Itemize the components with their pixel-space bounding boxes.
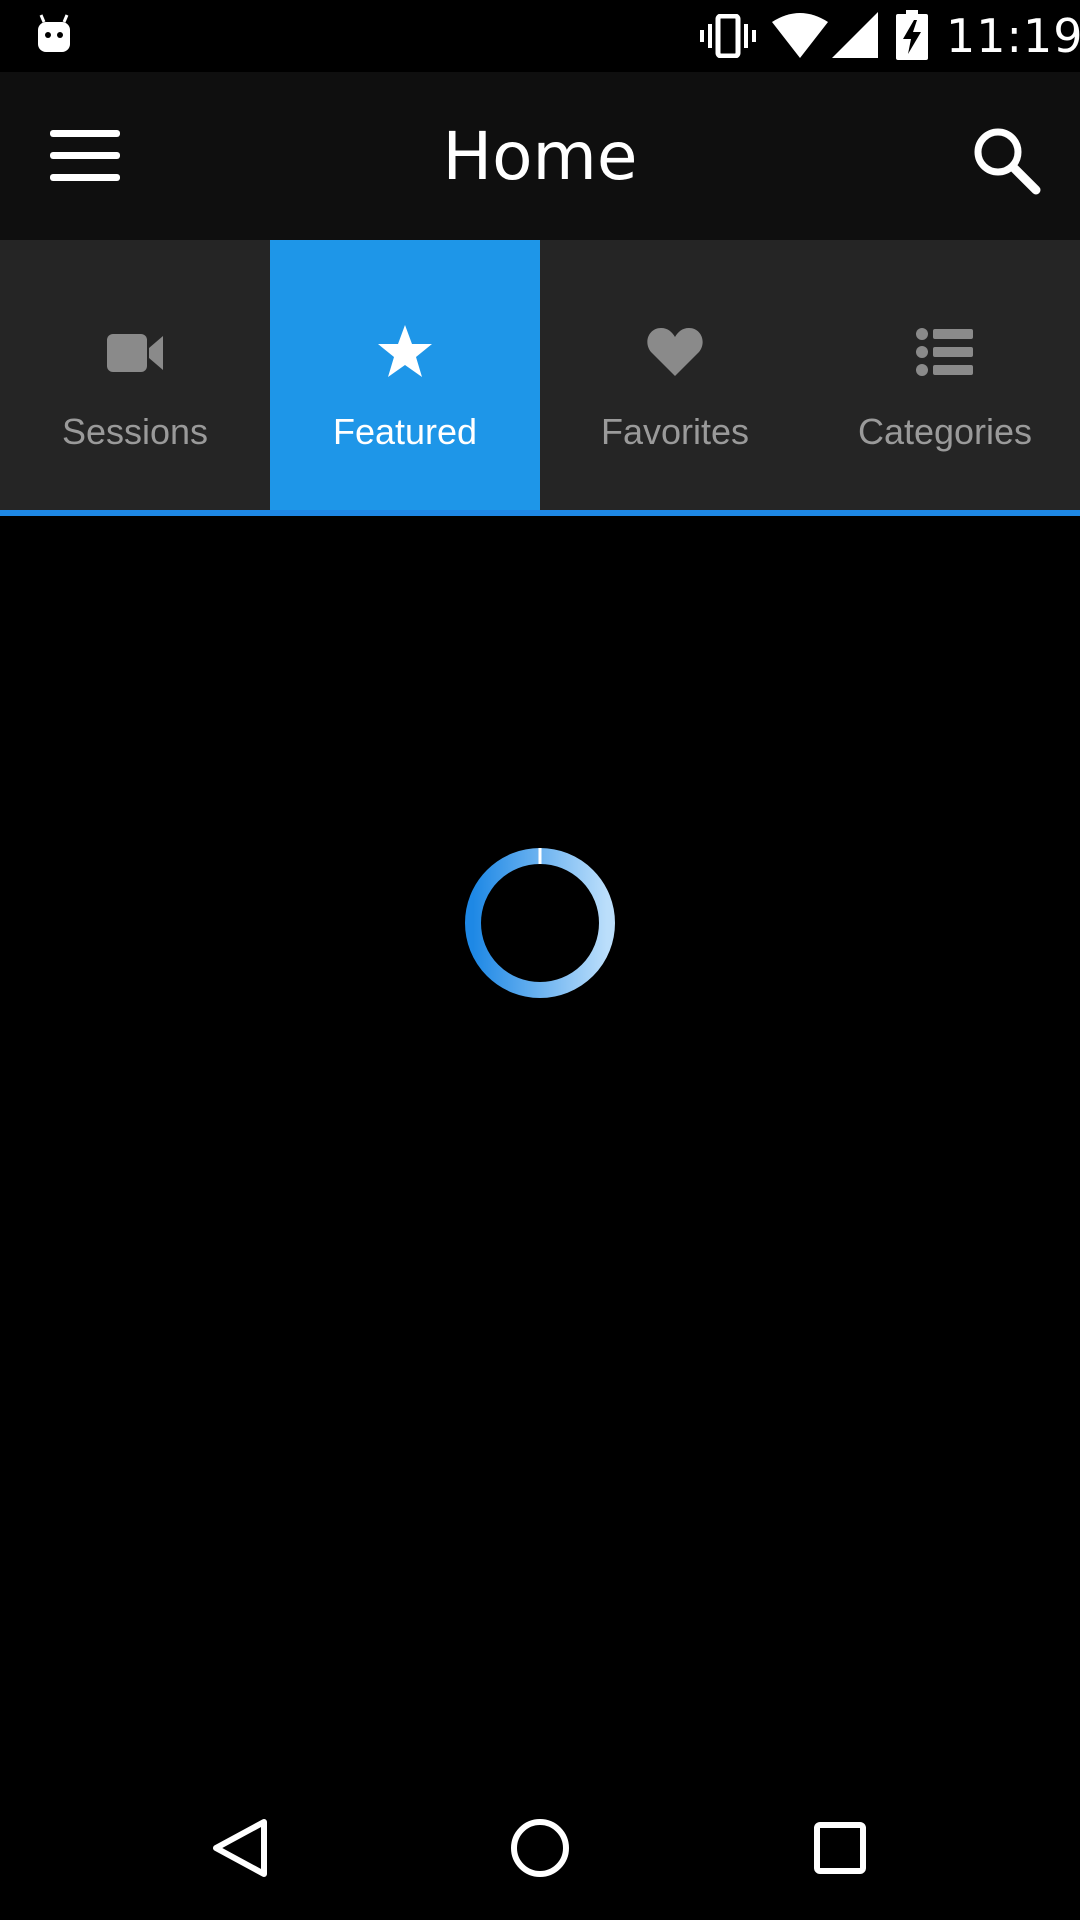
tab-label-categories: Categories bbox=[857, 411, 1033, 452]
back-icon[interactable] bbox=[190, 1798, 290, 1898]
screen: 11:19 Home Sessions Featured Favorites C… bbox=[0, 0, 1080, 1920]
wifi-icon bbox=[772, 13, 828, 58]
status-bar: 11:19 bbox=[0, 0, 1080, 72]
vibrate-icon bbox=[700, 14, 756, 58]
android-icon bbox=[38, 14, 70, 52]
tab-label-featured: Featured bbox=[332, 411, 478, 452]
battery-charging-icon bbox=[896, 10, 928, 60]
tab-favorites[interactable]: Favorites bbox=[540, 240, 810, 510]
tab-label-favorites: Favorites bbox=[600, 411, 750, 452]
tab-bar: Sessions Featured Favorites Categories bbox=[0, 240, 1080, 510]
search-icon[interactable] bbox=[968, 122, 1044, 198]
home-icon[interactable] bbox=[490, 1798, 590, 1898]
tab-featured[interactable]: Featured bbox=[270, 240, 540, 510]
heart-icon bbox=[647, 328, 703, 376]
recents-icon[interactable] bbox=[790, 1798, 890, 1898]
status-clock: 11:19 bbox=[946, 9, 1080, 63]
list-icon bbox=[916, 328, 973, 376]
page-title: Home bbox=[442, 118, 638, 195]
toolbar: Home bbox=[0, 72, 1080, 240]
tab-indicator bbox=[0, 510, 1080, 516]
tab-sessions[interactable]: Sessions bbox=[0, 240, 270, 510]
tab-label-sessions: Sessions bbox=[61, 411, 209, 452]
tab-categories[interactable]: Categories bbox=[810, 240, 1080, 510]
navigation-bar bbox=[0, 1776, 1080, 1920]
video-camera-icon bbox=[107, 334, 163, 372]
signal-icon bbox=[832, 12, 878, 58]
star-icon bbox=[378, 325, 432, 377]
loading-spinner bbox=[465, 848, 615, 998]
